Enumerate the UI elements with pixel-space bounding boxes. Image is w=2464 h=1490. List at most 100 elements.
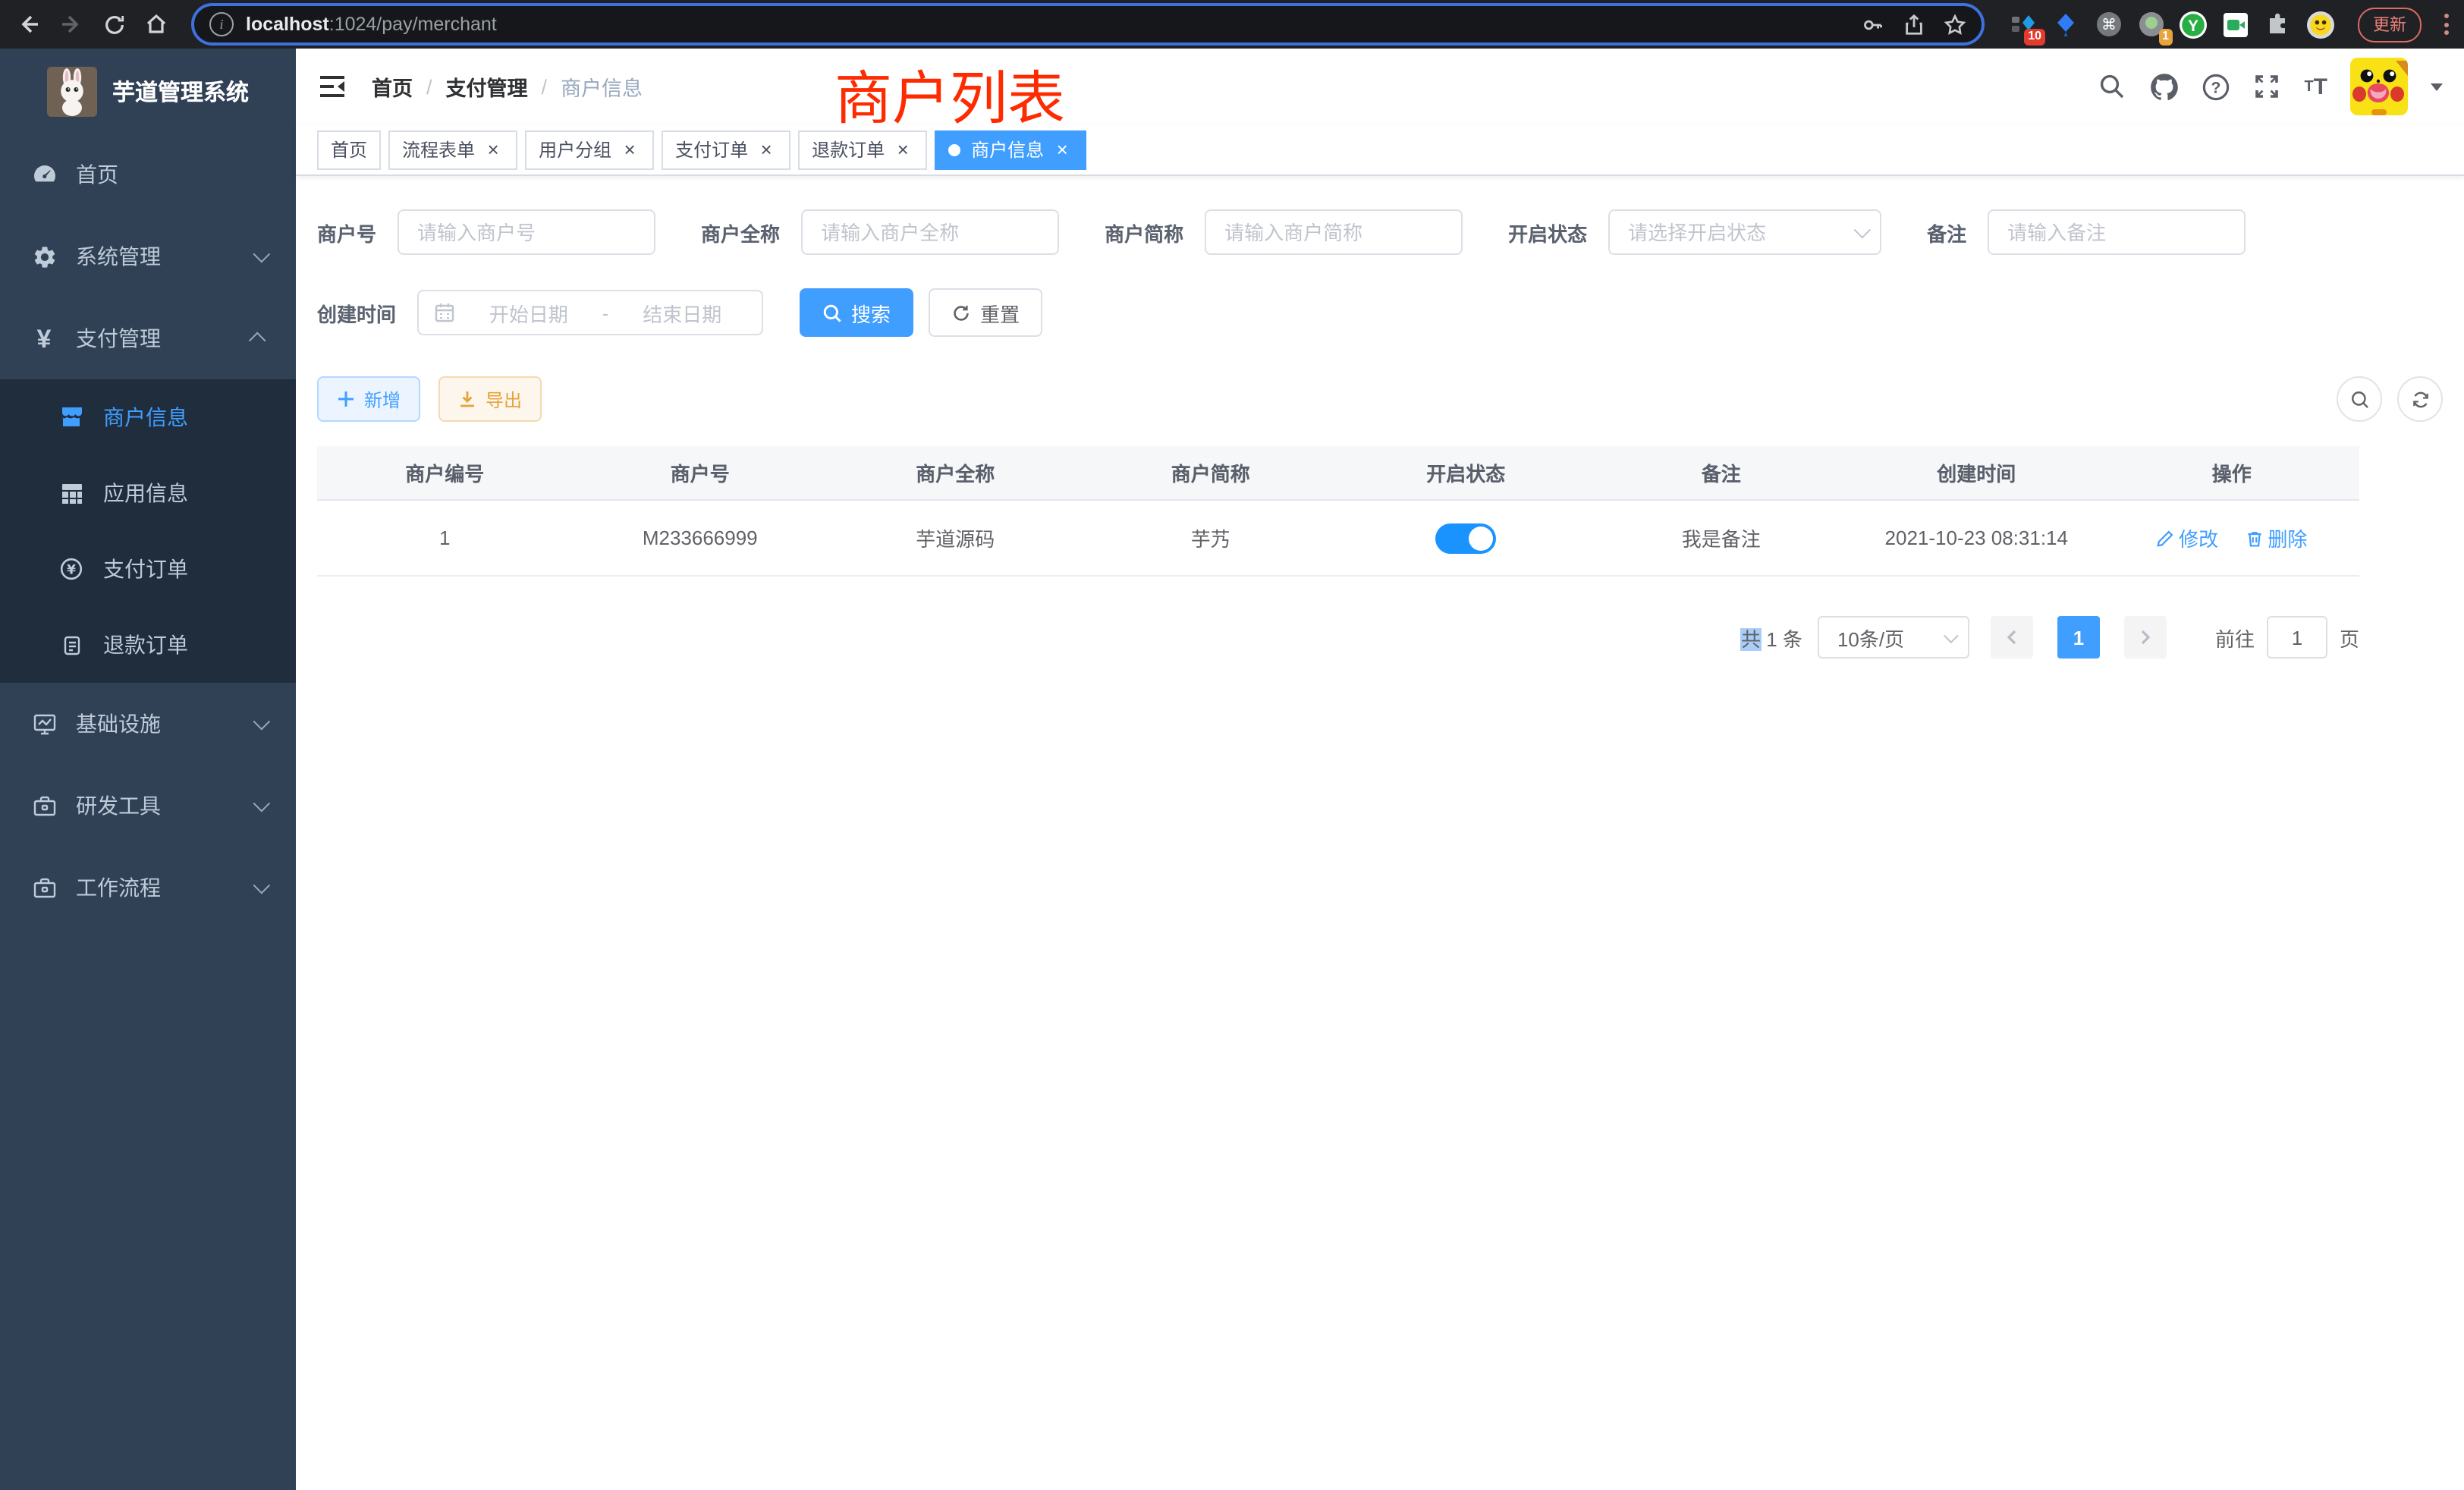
full-name-input[interactable] — [801, 209, 1059, 255]
sidebar-item-pay[interactable]: ¥ 支付管理 — [0, 297, 296, 379]
extension-y-icon[interactable]: Y — [2179, 10, 2208, 39]
sidebar: 芋道管理系统 首页 系统管理 ¥ 支付 — [0, 49, 296, 1490]
tab-pay-order[interactable]: 支付订单× — [662, 130, 790, 169]
short-name-input[interactable] — [1205, 209, 1463, 255]
font-size-icon[interactable]: TT — [2304, 74, 2327, 99]
breadcrumb-current: 商户信息 — [561, 71, 643, 102]
delete-link[interactable]: 删除 — [2245, 523, 2307, 552]
goto-page-input[interactable] — [2267, 616, 2327, 659]
extension-kite-icon[interactable] — [2051, 10, 2080, 39]
browser-home-icon[interactable] — [140, 8, 173, 41]
sidebar-item-app-info[interactable]: 应用信息 — [0, 455, 296, 531]
cell-merchant-no: M233666999 — [573, 500, 828, 576]
table-header-row: 商户编号 商户号 商户全称 商户简称 开启状态 备注 创建时间 操作 — [317, 446, 2359, 500]
sidebar-item-infrastructure[interactable]: 基础设施 — [0, 683, 296, 765]
browser-forward-icon[interactable] — [55, 8, 88, 41]
end-date-placeholder: 结束日期 — [618, 298, 746, 327]
remark-label: 备注 — [1927, 218, 1966, 247]
extensions-puzzle-icon[interactable] — [2264, 10, 2293, 39]
filter-row-2: 创建时间 开始日期 - 结束日期 搜索 重置 — [317, 288, 2443, 337]
sidebar-item-workflow[interactable]: 工作流程 — [0, 847, 296, 929]
merchant-no-input[interactable] — [398, 209, 655, 255]
navbar: 首页 / 支付管理 / 商户信息 ? — [296, 49, 2464, 124]
reset-button[interactable]: 重置 — [929, 288, 1042, 337]
cell-create-time: 2021-10-23 08:31:14 — [1849, 500, 2104, 576]
status-select[interactable] — [1608, 209, 1881, 255]
avatar-caret-icon[interactable] — [2431, 83, 2443, 90]
breadcrumb-pay[interactable]: 支付管理 — [446, 71, 528, 102]
sidebar-item-refund-order[interactable]: 退款订单 — [0, 607, 296, 683]
date-separator: - — [602, 301, 609, 324]
search-icon[interactable] — [2098, 72, 2126, 101]
help-icon[interactable]: ? — [2201, 72, 2230, 101]
close-icon[interactable]: × — [482, 139, 504, 160]
short-name-label: 商户简称 — [1105, 218, 1183, 247]
create-time-label: 创建时间 — [317, 298, 396, 327]
chevron-down-icon — [253, 795, 271, 813]
add-button[interactable]: 新增 — [317, 376, 420, 422]
extension-badge: 10 — [2024, 29, 2045, 45]
page-number-1[interactable]: 1 — [2057, 616, 2100, 659]
hide-search-button[interactable] — [2337, 376, 2382, 422]
create-time-range-picker[interactable]: 开始日期 - 结束日期 — [417, 290, 763, 335]
chevron-down-icon — [253, 713, 271, 731]
tab-refund-order[interactable]: 退款订单× — [798, 130, 927, 169]
fullscreen-icon[interactable] — [2252, 72, 2281, 101]
sidebar-item-system[interactable]: 系统管理 — [0, 215, 296, 297]
app-window: 商户列表 芋道管理系统 首页 — [0, 49, 2464, 1490]
sidebar-item-dev-tools[interactable]: 研发工具 — [0, 765, 296, 847]
browser-update-button[interactable]: 更新 — [2358, 7, 2422, 42]
extension-raycast-icon[interactable]: 10 — [2009, 10, 2038, 39]
status-label: 开启状态 — [1508, 218, 1587, 247]
extension-camera-icon[interactable]: 1 — [2136, 10, 2165, 39]
close-icon[interactable]: × — [1051, 139, 1073, 160]
tab-process-form[interactable]: 流程表单× — [388, 130, 517, 169]
extension-strip: 10 ⌘ 1 Y 更新 — [2009, 7, 2452, 42]
table-row: 1 M233666999 芋道源码 芋艿 我是备注 2021-10-23 08:… — [317, 500, 2359, 576]
refresh-table-button[interactable] — [2397, 376, 2443, 422]
svg-text:?: ? — [2211, 79, 2220, 96]
user-avatar[interactable] — [2350, 58, 2408, 115]
browser-reload-icon[interactable] — [97, 8, 130, 41]
extension-meet-icon[interactable] — [2221, 10, 2250, 39]
edit-link[interactable]: 修改 — [2156, 523, 2218, 552]
sidebar-item-pay-order[interactable]: ¥ 支付订单 — [0, 531, 296, 607]
bookmark-star-icon[interactable] — [1944, 13, 1966, 36]
export-button[interactable]: 导出 — [438, 376, 542, 422]
tab-user-group[interactable]: 用户分组× — [525, 130, 654, 169]
share-icon[interactable] — [1903, 13, 1925, 36]
github-icon[interactable] — [2149, 72, 2178, 101]
navbar-actions: ? TT — [2098, 58, 2443, 115]
pagination-goto: 前往 页 — [2215, 616, 2359, 659]
page-size-select[interactable]: 10条/页 — [1818, 616, 1969, 659]
svg-text:Y: Y — [2188, 17, 2198, 34]
page-info-icon[interactable]: i — [209, 12, 234, 36]
sidebar-item-merchant-info[interactable]: 商户信息 — [0, 379, 296, 455]
cell-short-name: 芋艿 — [1083, 500, 1339, 576]
close-icon[interactable]: × — [619, 139, 640, 160]
chevron-up-icon — [249, 332, 266, 350]
merchant-table: 商户编号 商户号 商户全称 商户简称 开启状态 备注 创建时间 操作 1 — [317, 446, 2359, 577]
remark-input[interactable] — [1988, 209, 2246, 255]
browser-back-icon[interactable] — [12, 8, 46, 41]
sidebar-collapse-icon[interactable] — [317, 71, 347, 102]
status-toggle[interactable] — [1435, 523, 1496, 553]
browser-menu-icon[interactable] — [2444, 14, 2449, 35]
prev-page-button[interactable] — [1991, 616, 2033, 659]
tab-merchant-info[interactable]: 商户信息× — [935, 130, 1086, 169]
col-actions: 操作 — [2104, 446, 2360, 500]
password-key-icon[interactable] — [1862, 13, 1884, 36]
extension-command-icon[interactable]: ⌘ — [2094, 10, 2123, 39]
close-icon[interactable]: × — [892, 139, 913, 160]
address-bar[interactable]: i localhost:1024/pay/merchant — [191, 3, 1985, 46]
breadcrumb-home[interactable]: 首页 — [372, 71, 413, 102]
tab-home[interactable]: 首页 — [317, 130, 381, 169]
edit-pencil-icon — [2156, 529, 2174, 547]
search-icon — [2349, 389, 2369, 409]
next-page-button[interactable] — [2124, 616, 2167, 659]
browser-profile-avatar[interactable] — [2306, 10, 2335, 39]
app-logo-row[interactable]: 芋道管理系统 — [0, 49, 296, 134]
sidebar-item-home[interactable]: 首页 — [0, 134, 296, 215]
close-icon[interactable]: × — [756, 139, 777, 160]
search-button[interactable]: 搜索 — [800, 288, 913, 337]
